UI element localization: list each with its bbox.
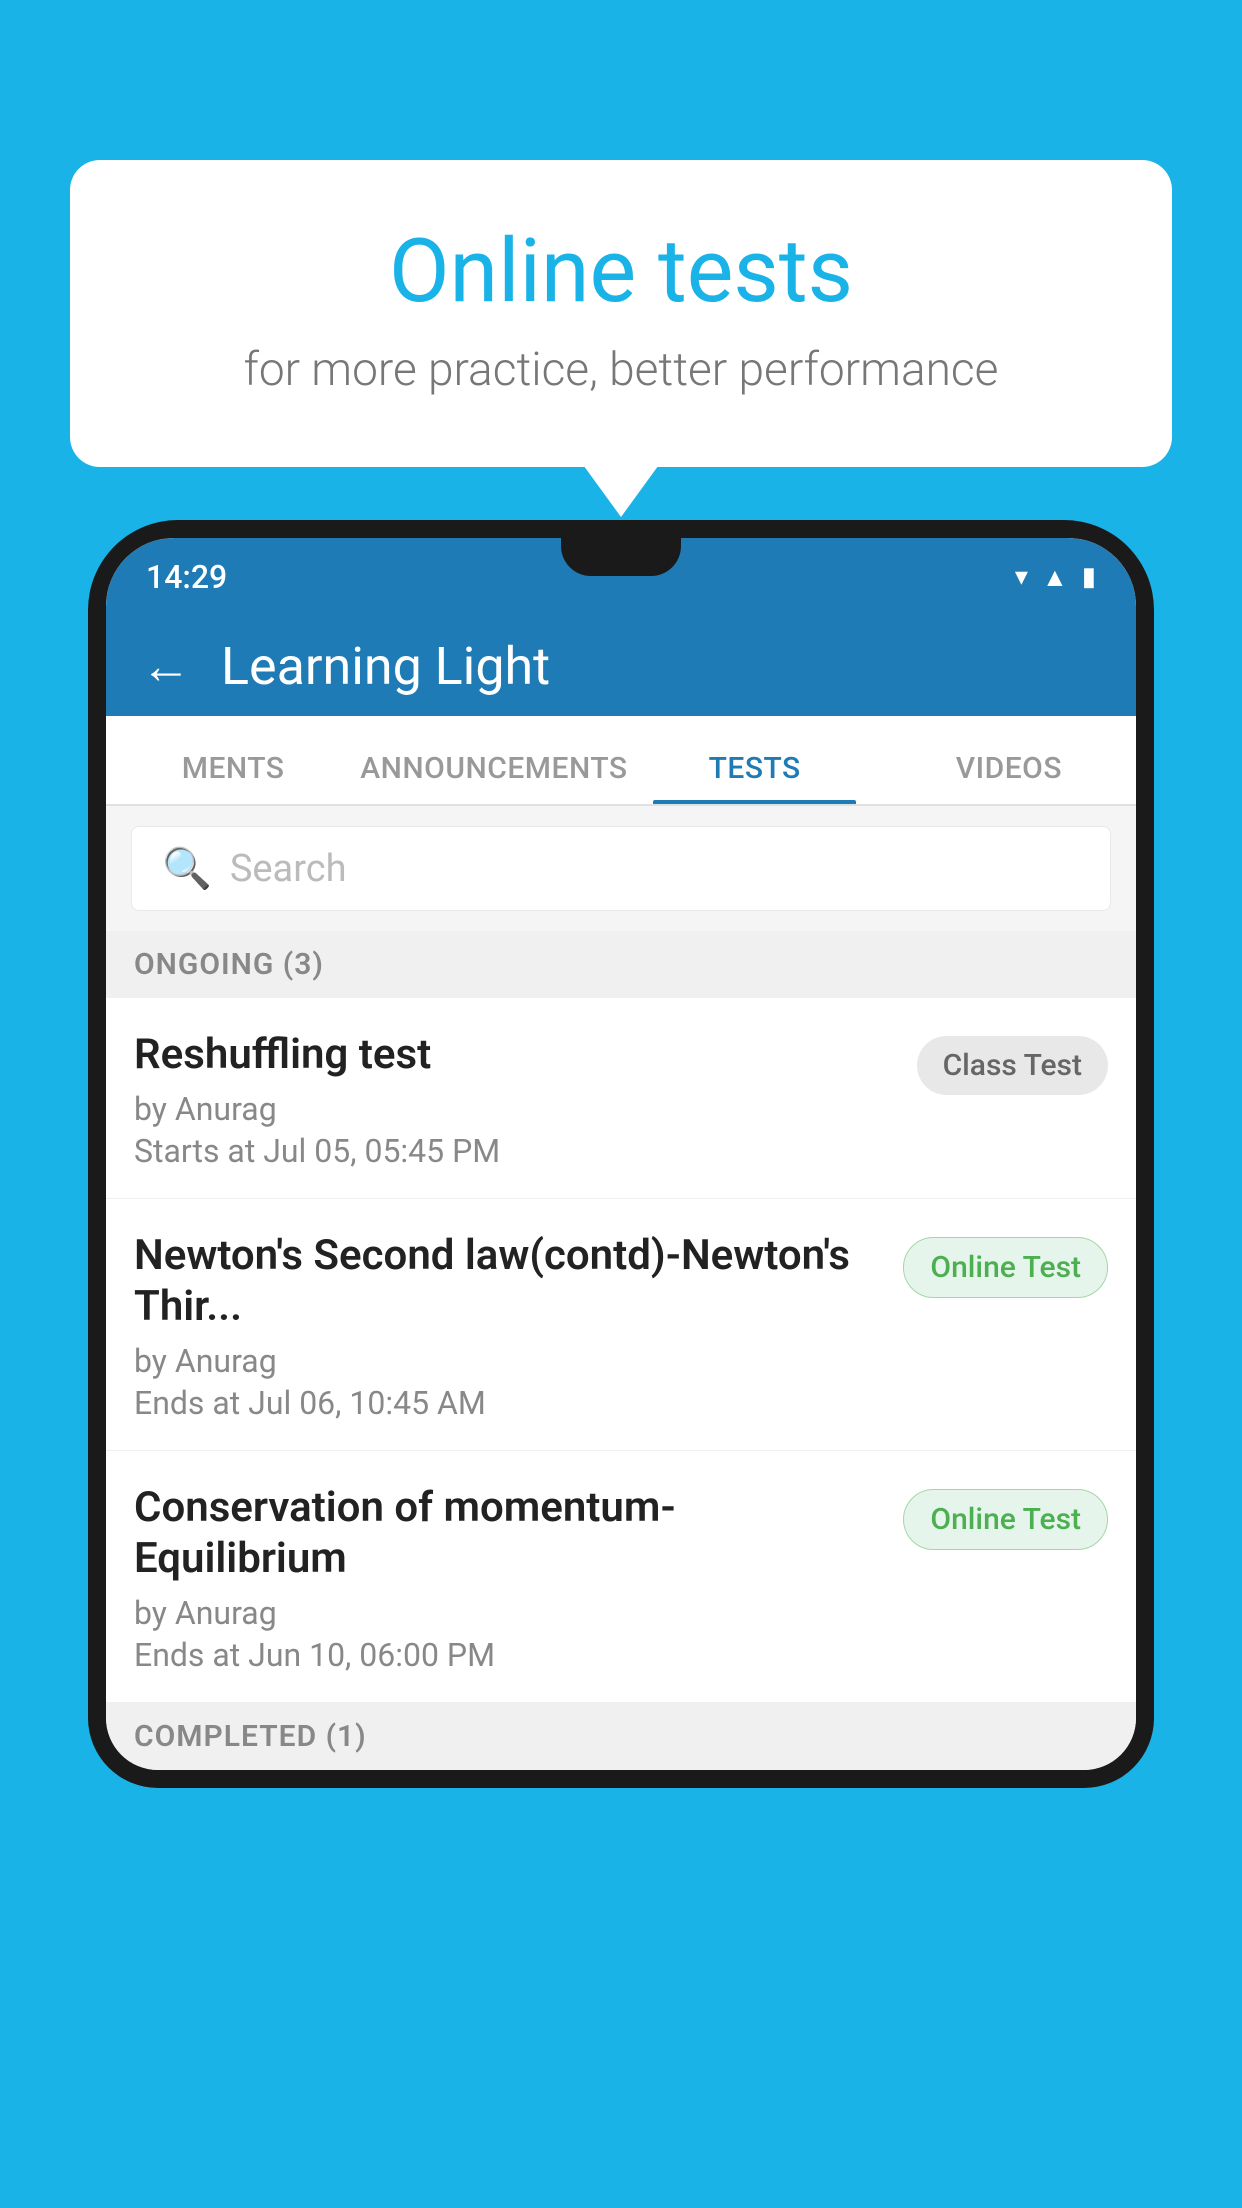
status-bar: 14:29 ▾ ▲ ▮ (106, 538, 1136, 616)
completed-section-header: COMPLETED (1) (106, 1703, 1136, 1770)
phone-wrapper: 14:29 ▾ ▲ ▮ ← Learning Light MENTS ANNOU… (88, 520, 1154, 2208)
online-tests-subtitle: for more practice, better performance (150, 343, 1092, 397)
test-badge-2: Online Test (903, 1237, 1108, 1298)
test-info-1: Reshuffling test by Anurag Starts at Jul… (134, 1030, 917, 1170)
wifi-icon: ▾ (1015, 562, 1028, 592)
test-item-1[interactable]: Reshuffling test by Anurag Starts at Jul… (106, 998, 1136, 1199)
tab-bar: MENTS ANNOUNCEMENTS TESTS VIDEOS (106, 716, 1136, 806)
search-container: 🔍 Search (106, 806, 1136, 931)
test-item-2[interactable]: Newton's Second law(contd)-Newton's Thir… (106, 1199, 1136, 1451)
battery-icon: ▮ (1082, 562, 1096, 592)
notch (561, 538, 681, 576)
status-icons: ▾ ▲ ▮ (1015, 562, 1096, 593)
back-button[interactable]: ← (141, 637, 191, 696)
ongoing-section-header: ONGOING (3) (106, 931, 1136, 998)
online-tests-title: Online tests (150, 220, 1092, 323)
test-item-3[interactable]: Conservation of momentum-Equilibrium by … (106, 1451, 1136, 1703)
tab-videos[interactable]: VIDEOS (882, 751, 1136, 804)
ongoing-label: ONGOING (3) (134, 947, 324, 982)
test-author-2: by Anurag (134, 1342, 883, 1380)
phone-screen: 14:29 ▾ ▲ ▮ ← Learning Light MENTS ANNOU… (106, 538, 1136, 1770)
signal-icon: ▲ (1042, 562, 1068, 593)
test-title-1: Reshuffling test (134, 1030, 897, 1080)
search-input[interactable]: Search (230, 847, 347, 891)
test-badge-3: Online Test (903, 1489, 1108, 1550)
test-time-3: Ends at Jun 10, 06:00 PM (134, 1636, 883, 1674)
test-time-1: Starts at Jul 05, 05:45 PM (134, 1132, 897, 1170)
test-info-2: Newton's Second law(contd)-Newton's Thir… (134, 1231, 903, 1422)
tab-tests[interactable]: TESTS (628, 751, 882, 804)
completed-label: COMPLETED (1) (134, 1719, 367, 1754)
speech-bubble-container: Online tests for more practice, better p… (70, 160, 1172, 467)
speech-bubble: Online tests for more practice, better p… (70, 160, 1172, 467)
test-time-2: Ends at Jul 06, 10:45 AM (134, 1384, 883, 1422)
test-title-2: Newton's Second law(contd)-Newton's Thir… (134, 1231, 883, 1332)
search-icon: 🔍 (162, 845, 212, 892)
app-title: Learning Light (221, 636, 550, 697)
test-badge-1: Class Test (917, 1036, 1108, 1095)
search-bar[interactable]: 🔍 Search (131, 826, 1111, 911)
test-info-3: Conservation of momentum-Equilibrium by … (134, 1483, 903, 1674)
phone-outer: 14:29 ▾ ▲ ▮ ← Learning Light MENTS ANNOU… (88, 520, 1154, 1788)
status-time: 14:29 (146, 558, 227, 596)
test-author-3: by Anurag (134, 1594, 883, 1632)
test-title-3: Conservation of momentum-Equilibrium (134, 1483, 883, 1584)
test-list: Reshuffling test by Anurag Starts at Jul… (106, 998, 1136, 1703)
app-header: ← Learning Light (106, 616, 1136, 716)
tab-announcements[interactable]: ANNOUNCEMENTS (360, 751, 627, 804)
tab-ments[interactable]: MENTS (106, 751, 360, 804)
test-author-1: by Anurag (134, 1090, 897, 1128)
